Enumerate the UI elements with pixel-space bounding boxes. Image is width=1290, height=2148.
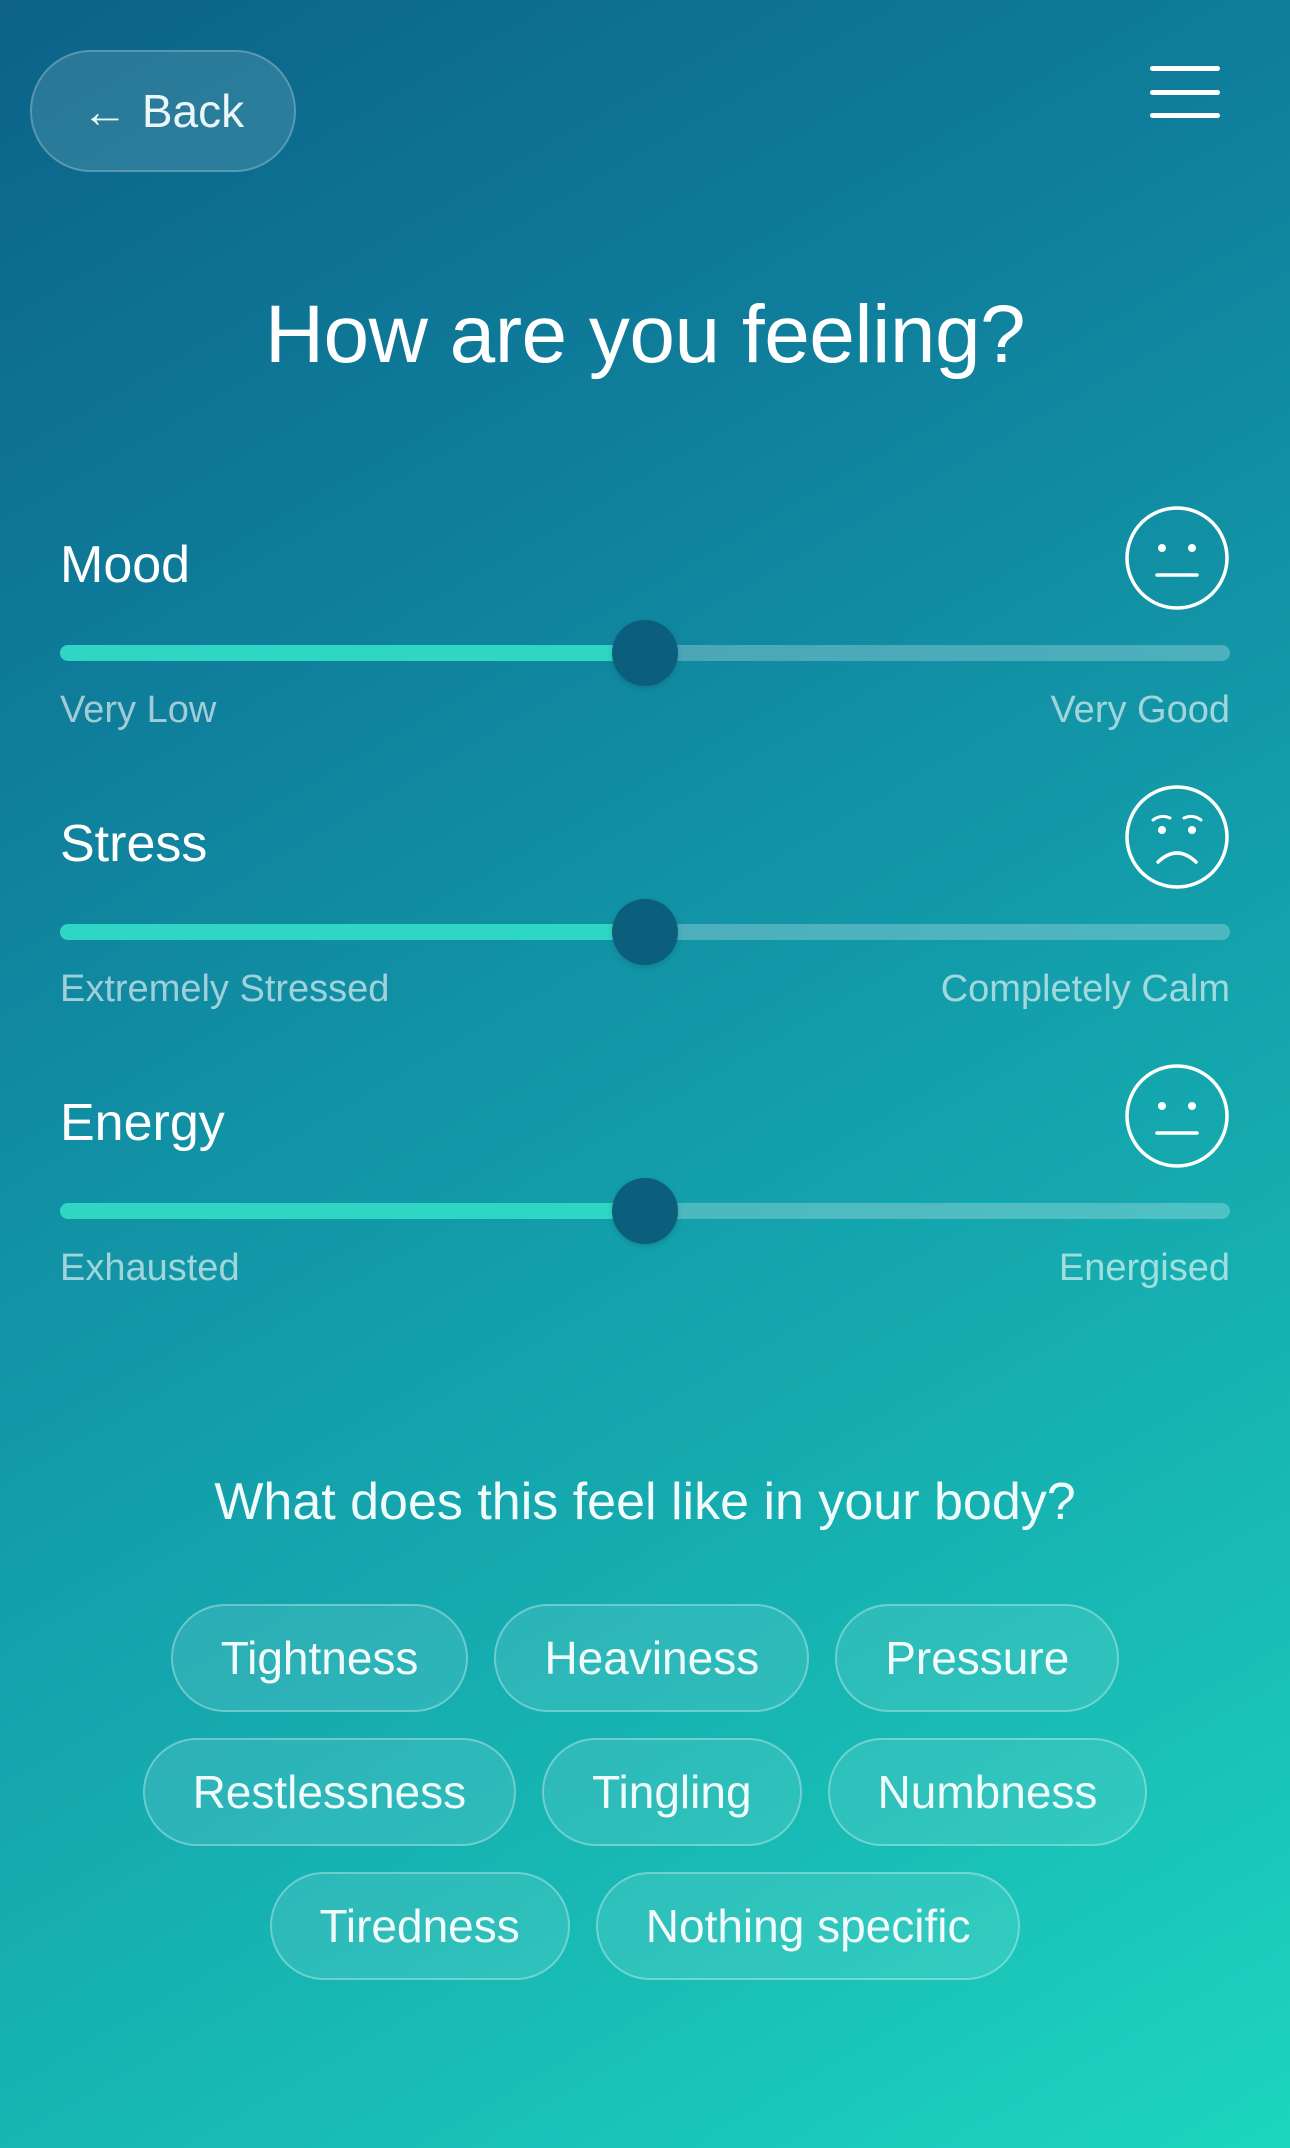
chip-heaviness[interactable]: Heaviness	[494, 1604, 810, 1712]
energy-min-label: Exhausted	[60, 1247, 240, 1289]
neutral-face-icon	[1125, 1064, 1229, 1168]
back-button[interactable]: ← Back	[30, 50, 296, 172]
chip-row: Tiredness Nothing specific	[60, 1872, 1230, 1980]
body-question-heading: What does this feel like in your body?	[214, 1473, 1076, 1531]
energy-max-label: Energised	[1058, 1247, 1230, 1289]
menu-line	[1150, 66, 1220, 71]
energy-slider-block: Energy Exhausted Energised	[60, 1063, 1230, 1303]
chip-tiredness[interactable]: Tiredness	[269, 1872, 570, 1980]
page-title: How are you feeling?	[264, 289, 1026, 380]
hamburger-menu-icon[interactable]	[1150, 66, 1220, 118]
chip-restlessness[interactable]: Restlessness	[142, 1738, 517, 1846]
stress-slider-thumb[interactable]	[612, 899, 678, 965]
body-sensation-chips: Tightness Heaviness Pressure Restlessnes…	[60, 1604, 1230, 2006]
chip-row: Tightness Heaviness Pressure	[60, 1604, 1230, 1712]
menu-line	[1150, 113, 1220, 118]
stress-label: Stress	[60, 815, 208, 873]
mood-slider-track[interactable]	[60, 620, 1230, 686]
mood-slider-thumb[interactable]	[612, 620, 678, 686]
mood-slider-fill	[60, 645, 645, 661]
menu-line	[1150, 89, 1220, 95]
energy-slider-track[interactable]	[60, 1178, 1230, 1244]
mood-min-label: Very Low	[60, 689, 217, 731]
mood-slider-block: Mood Very Low Very Good	[60, 505, 1230, 745]
back-button-label: Back	[141, 85, 245, 137]
chip-tightness[interactable]: Tightness	[170, 1604, 469, 1712]
chip-row: Restlessness Tingling Numbness	[60, 1738, 1230, 1846]
back-arrow-icon: ←	[81, 85, 128, 137]
stress-slider-fill	[60, 924, 645, 940]
chip-pressure[interactable]: Pressure	[835, 1604, 1120, 1712]
energy-label: Energy	[60, 1094, 225, 1152]
stress-min-label: Extremely Stressed	[60, 968, 390, 1010]
energy-slider-fill	[60, 1203, 645, 1219]
mood-max-label: Very Good	[1050, 689, 1230, 731]
stress-slider-block: Stress Extremely Stressed Completely Cal…	[60, 784, 1230, 1024]
mood-label: Mood	[60, 536, 191, 594]
chip-tingling[interactable]: Tingling	[542, 1738, 802, 1846]
chip-numbness[interactable]: Numbness	[827, 1738, 1148, 1846]
worried-face-icon	[1125, 785, 1229, 889]
chip-nothing-specific[interactable]: Nothing specific	[595, 1872, 1021, 1980]
energy-slider-thumb[interactable]	[612, 1178, 678, 1244]
neutral-face-icon	[1125, 506, 1229, 610]
stress-max-label: Completely Calm	[940, 968, 1230, 1010]
stress-slider-track[interactable]	[60, 899, 1230, 965]
